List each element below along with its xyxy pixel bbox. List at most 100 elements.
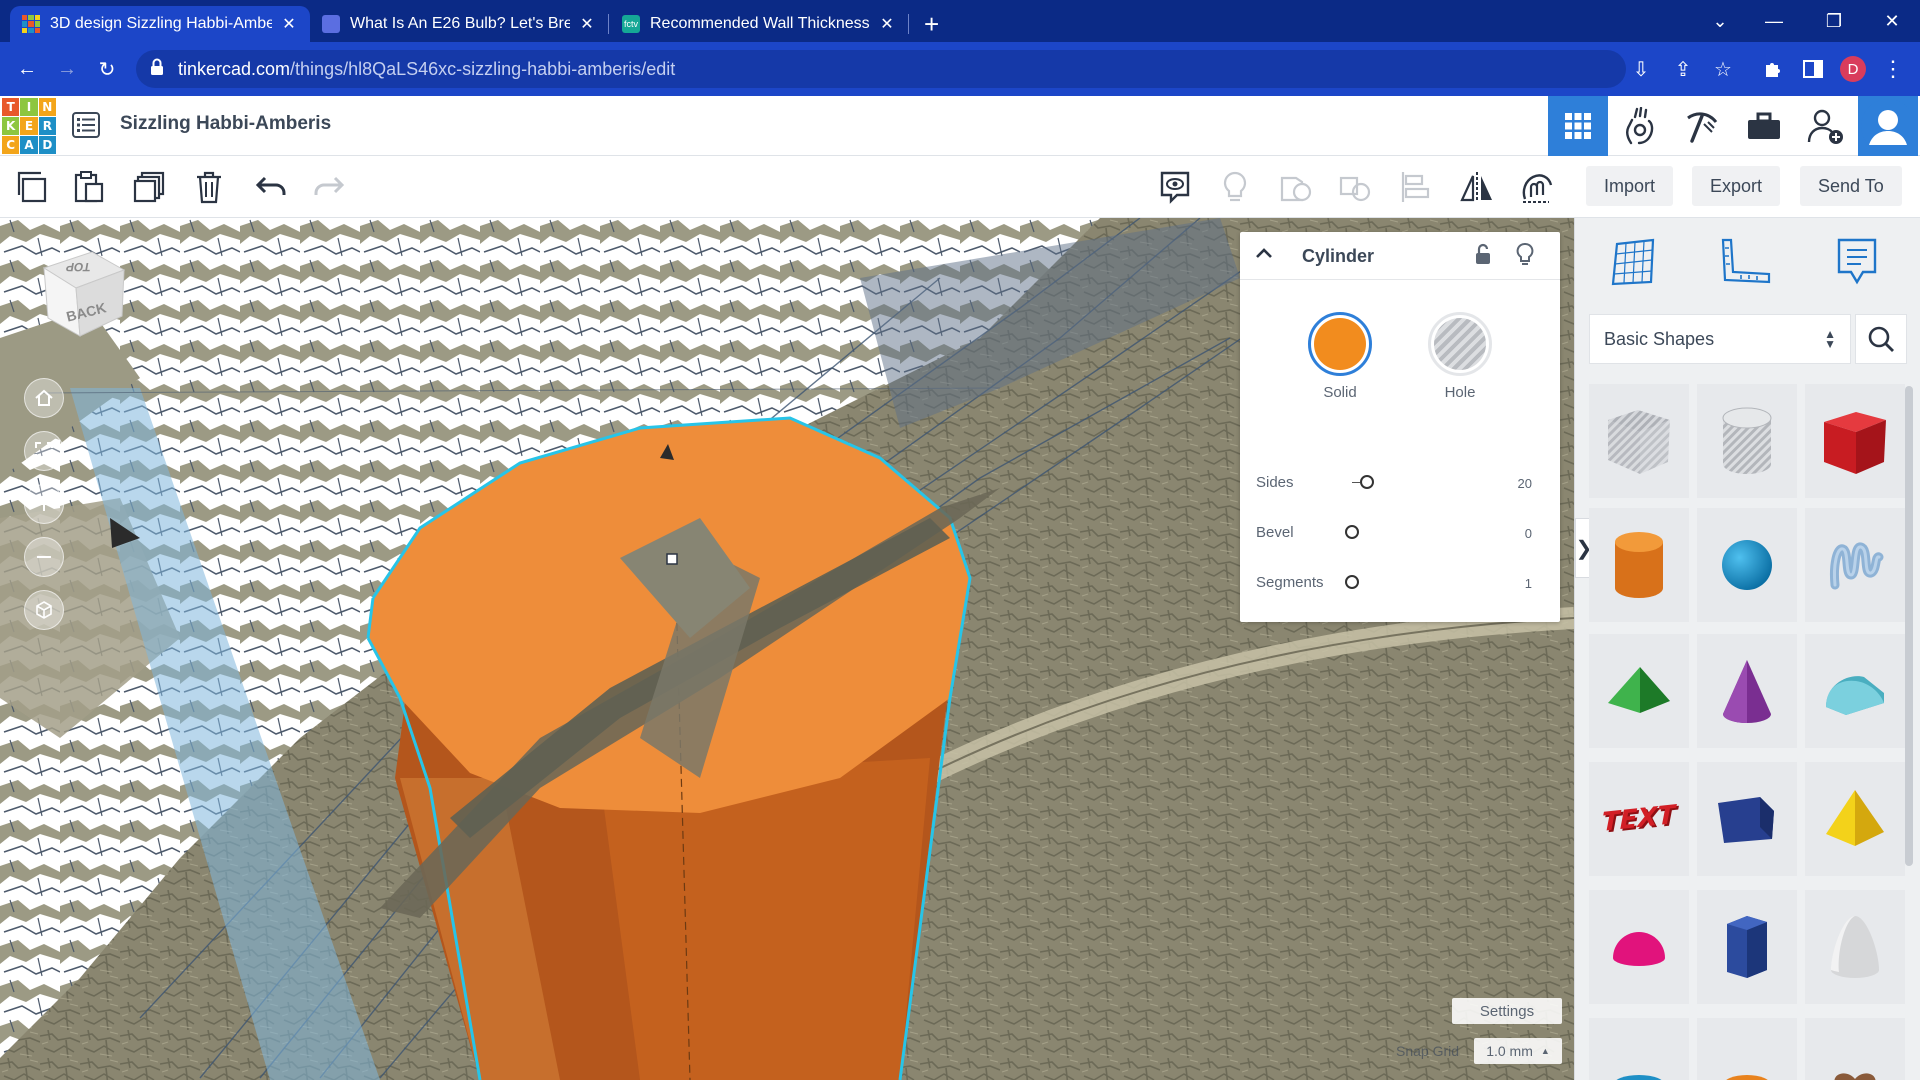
install-app-icon[interactable]: ⇩	[1626, 54, 1656, 84]
search-button[interactable]	[1855, 314, 1907, 364]
resize-handle[interactable]	[666, 553, 678, 565]
close-tab-icon[interactable]: ✕	[878, 14, 896, 34]
segments-slider-knob[interactable]	[1345, 575, 1359, 589]
logo-letter: D	[38, 136, 56, 154]
blocks-mode-button[interactable]	[1610, 96, 1670, 156]
tab-title: Recommended Wall Thickness fo	[650, 15, 870, 32]
extensions-puzzle-icon[interactable]	[1758, 54, 1788, 84]
shape-category-select[interactable]: Basic Shapes ▲ ▼	[1589, 314, 1851, 364]
show-all-button[interactable]	[1212, 164, 1258, 210]
shape-round-roof[interactable]	[1805, 634, 1905, 748]
shape-cylinder[interactable]	[1589, 508, 1689, 622]
settings-button[interactable]: Settings	[1452, 998, 1562, 1024]
address-bar[interactable]: tinkercad.com/things/hl8QaLS46xc-sizzlin…	[136, 50, 1626, 88]
workplane-button[interactable]	[1603, 232, 1663, 292]
design-list-icon[interactable]	[72, 112, 100, 138]
close-tab-icon[interactable]: ✕	[280, 14, 298, 34]
shape-polygon[interactable]	[1697, 890, 1797, 1004]
hole-swatch[interactable]	[1428, 312, 1492, 376]
align-button[interactable]	[1392, 164, 1438, 210]
red-box-icon	[1824, 412, 1886, 474]
shape-text[interactable]: TEXT	[1589, 762, 1689, 876]
scribble-icon	[1830, 542, 1884, 590]
copy-button[interactable]	[8, 164, 54, 210]
3d-view-grid-button[interactable]	[1548, 96, 1608, 156]
delete-button[interactable]	[186, 164, 232, 210]
mirror-button[interactable]	[1454, 164, 1500, 210]
bevel-value[interactable]: 0	[1525, 526, 1532, 541]
shape-wedge[interactable]	[1697, 762, 1797, 876]
design-title[interactable]: Sizzling Habbi-Amberis	[120, 113, 331, 135]
restore-icon[interactable]: ❐	[1806, 0, 1862, 42]
segments-value[interactable]: 1	[1525, 576, 1532, 591]
lock-icon[interactable]	[150, 58, 164, 76]
shape-box-hole[interactable]	[1589, 384, 1689, 498]
side-panel-icon[interactable]	[1798, 54, 1828, 84]
shape-tube[interactable]	[1697, 1018, 1797, 1080]
home-view-button[interactable]	[24, 378, 64, 418]
light-bulb-icon[interactable]	[1516, 242, 1534, 268]
browser-tab-active[interactable]: 3D design Sizzling Habbi-Amberis ✕	[10, 6, 310, 42]
view-cube[interactable]: TOP BACK	[36, 248, 132, 344]
import-button[interactable]: Import	[1586, 166, 1674, 206]
panel-scrollbar[interactable]	[1905, 386, 1913, 866]
bookmark-star-icon[interactable]: ☆	[1708, 54, 1738, 84]
shape-roof[interactable]	[1589, 634, 1689, 748]
reload-icon[interactable]: ↻	[92, 54, 122, 84]
share-icon[interactable]: ⇪	[1668, 54, 1698, 84]
redo-button[interactable]	[306, 164, 352, 210]
new-tab-button[interactable]: +	[918, 6, 954, 42]
minimize-icon[interactable]: —	[1746, 0, 1802, 42]
close-tab-icon[interactable]: ✕	[578, 14, 596, 34]
group-button[interactable]	[1272, 164, 1318, 210]
shape-pyramid[interactable]	[1805, 762, 1905, 876]
undo-button[interactable]	[248, 164, 294, 210]
send-to-button[interactable]: Send To	[1800, 166, 1902, 206]
bevel-slider-knob[interactable]	[1345, 525, 1359, 539]
tab-search-chevron-icon[interactable]: ⌄	[1692, 0, 1748, 42]
forward-arrow-icon[interactable]: →	[52, 54, 82, 84]
invite-user-button[interactable]	[1796, 96, 1856, 156]
shape-torus[interactable]	[1589, 1018, 1689, 1080]
fit-view-button[interactable]	[24, 431, 64, 471]
text-shape-label: TEXT	[1602, 800, 1676, 838]
close-window-icon[interactable]: ✕	[1864, 0, 1920, 42]
export-button[interactable]: Export	[1692, 166, 1781, 206]
blue-polygon-icon	[1727, 916, 1767, 978]
tinkercad-logo[interactable]: T I N K E R C A D	[2, 98, 56, 154]
bricks-mode-button[interactable]	[1672, 96, 1732, 156]
brown-heart-icon	[1834, 1073, 1876, 1080]
duplicate-button[interactable]	[126, 164, 172, 210]
shape-half-sphere[interactable]	[1589, 890, 1689, 1004]
paste-button[interactable]	[66, 164, 112, 210]
snap-grid-select[interactable]: 1.0 mm ▲	[1474, 1038, 1562, 1064]
zoom-out-button[interactable]	[24, 537, 64, 577]
blue-sphere-icon	[1722, 540, 1772, 590]
shape-box[interactable]	[1805, 384, 1905, 498]
profile-avatar[interactable]: D	[1838, 54, 1868, 84]
cruise-button[interactable]	[1514, 164, 1560, 210]
back-arrow-icon[interactable]: ←	[12, 54, 42, 84]
notes-button[interactable]	[1827, 232, 1887, 292]
zoom-in-button[interactable]	[24, 484, 64, 524]
shape-cylinder-hole[interactable]	[1697, 384, 1797, 498]
shape-paraboloid[interactable]	[1805, 890, 1905, 1004]
notes-button[interactable]	[1152, 164, 1198, 210]
sides-value[interactable]: 20	[1518, 476, 1532, 491]
user-avatar[interactable]	[1858, 96, 1918, 156]
solid-color-swatch[interactable]	[1308, 312, 1372, 376]
ungroup-button[interactable]	[1332, 164, 1378, 210]
shape-scribble[interactable]	[1805, 508, 1905, 622]
shape-heart[interactable]	[1805, 1018, 1905, 1080]
ruler-button[interactable]	[1715, 232, 1775, 292]
shape-cone[interactable]	[1697, 634, 1797, 748]
perspective-toggle-button[interactable]	[24, 590, 64, 630]
browser-tab[interactable]: fctv Recommended Wall Thickness fo ✕	[610, 6, 908, 42]
shape-sphere[interactable]	[1697, 508, 1797, 622]
chrome-menu-icon[interactable]: ⋮	[1878, 54, 1908, 84]
sim-lab-button[interactable]	[1734, 96, 1794, 156]
collapse-chevron-up-icon[interactable]	[1254, 246, 1274, 260]
unlock-icon[interactable]	[1474, 242, 1492, 266]
sides-slider-knob[interactable]	[1360, 475, 1374, 489]
browser-tab[interactable]: What Is An E26 Bulb? Let's Break ✕	[310, 6, 608, 42]
